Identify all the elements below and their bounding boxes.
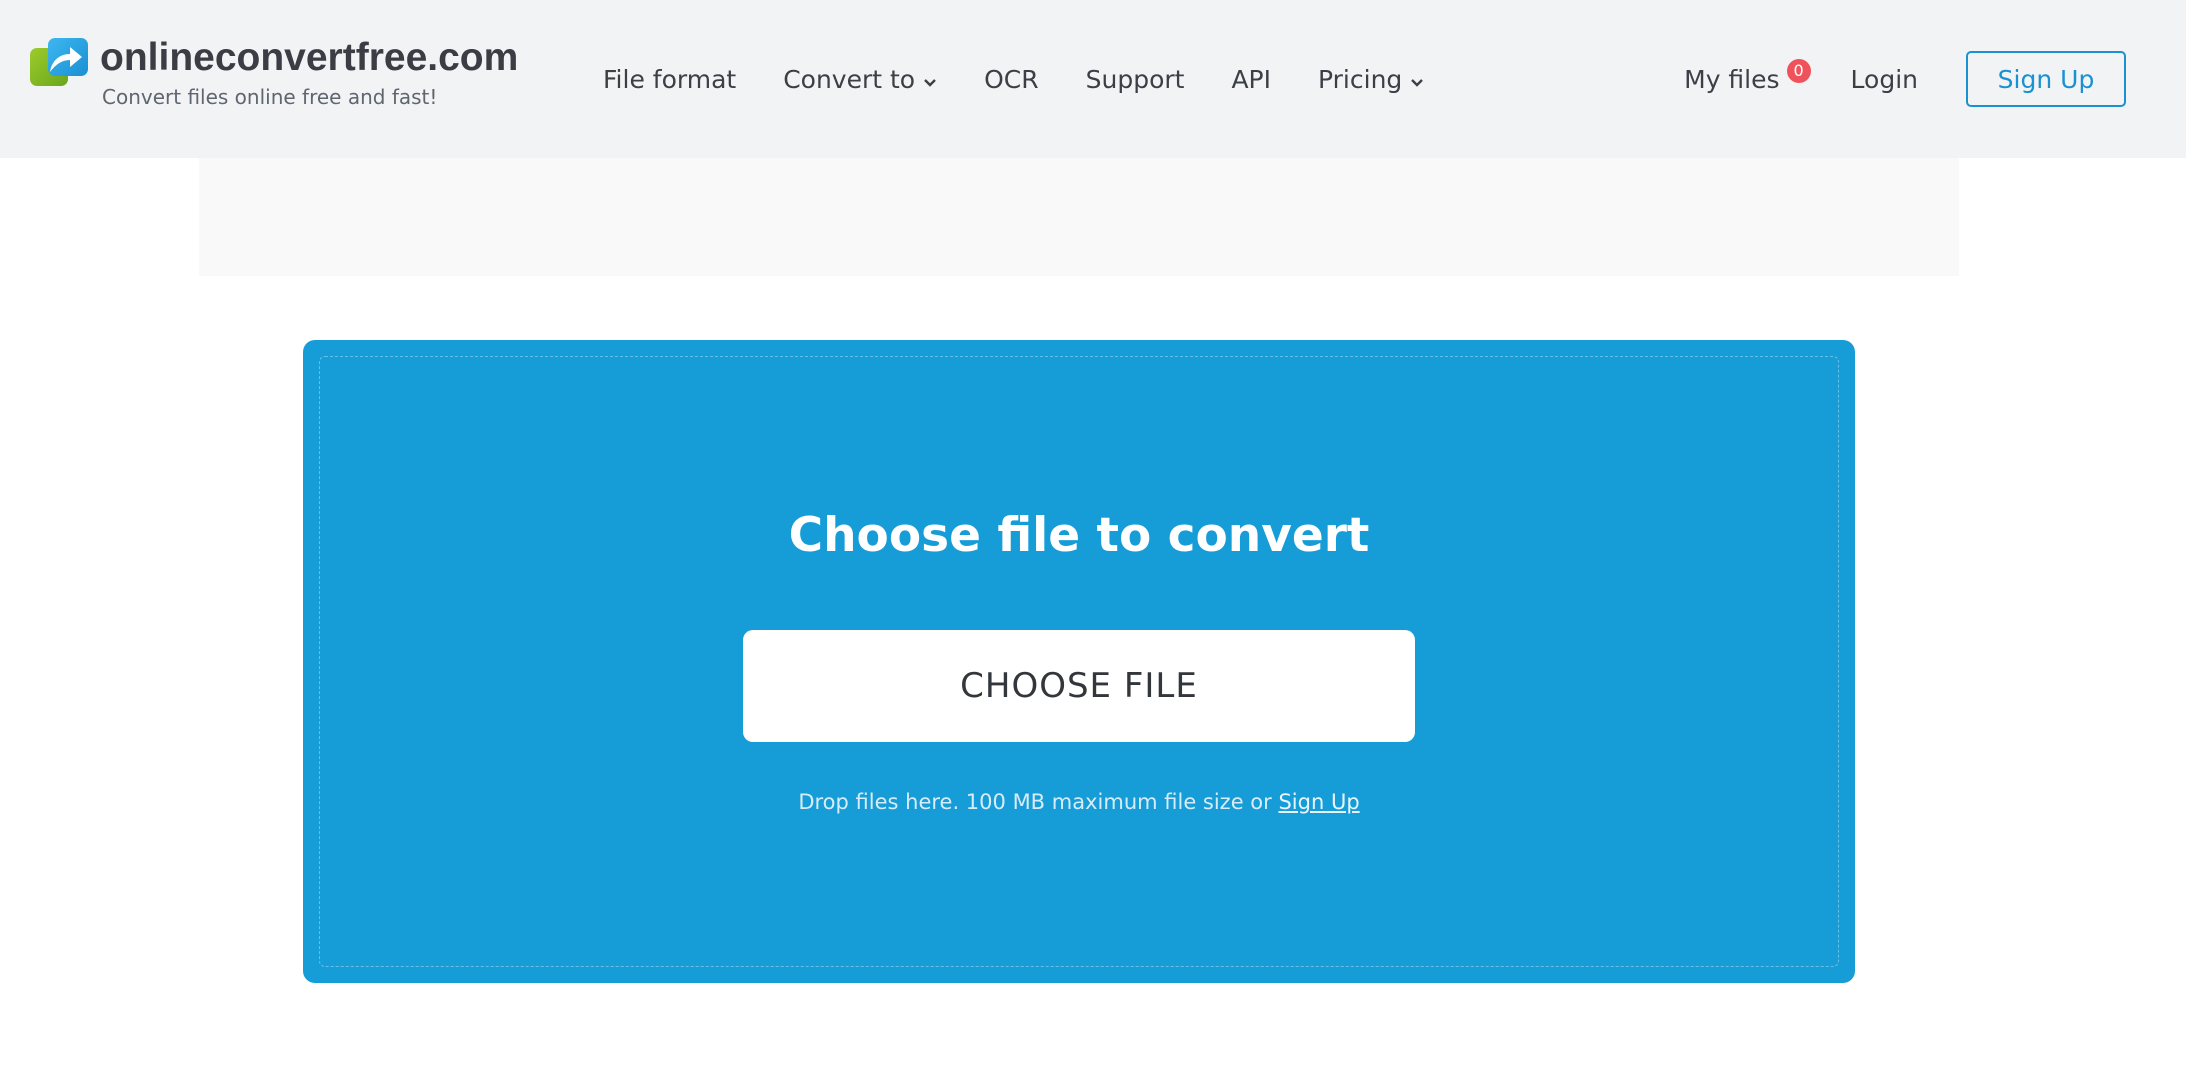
chevron-down-icon <box>1410 65 1424 94</box>
nav-label: File format <box>603 64 737 94</box>
nav-file-format[interactable]: File format <box>603 65 736 94</box>
nav-label: Pricing <box>1318 64 1403 94</box>
upload-panel: Choose file to convert CHOOSE FILE Drop … <box>303 340 1855 983</box>
nav-label: OCR <box>984 64 1039 94</box>
login-link[interactable]: Login <box>1851 65 1918 94</box>
logo-title: onlineconvertfree.com <box>100 36 519 79</box>
logo-subtitle: Convert files online free and fast! <box>102 85 438 109</box>
nav-label: Support <box>1085 64 1185 94</box>
site-header: onlineconvertfree.com Convert files onli… <box>0 0 2186 158</box>
choose-file-button[interactable]: CHOOSE FILE <box>743 630 1415 742</box>
signup-link[interactable]: Sign Up <box>1278 790 1359 814</box>
ad-placeholder <box>199 158 1959 276</box>
logo-arrow-icon <box>30 38 90 86</box>
account-nav: My files 0 Login Sign Up <box>1684 0 2126 158</box>
nav-support[interactable]: Support <box>1086 65 1185 94</box>
my-files-label: My files <box>1684 64 1780 94</box>
nav-label: Convert to <box>783 64 916 94</box>
drop-note-text: Drop files here. 100 MB maximum file siz… <box>798 790 1279 814</box>
nav-pricing[interactable]: Pricing <box>1318 65 1424 94</box>
main-nav: File format Convert to OCR Support API P… <box>603 0 1471 158</box>
drop-note: Drop files here. 100 MB maximum file siz… <box>303 790 1855 814</box>
nav-ocr[interactable]: OCR <box>984 65 1039 94</box>
signup-button[interactable]: Sign Up <box>1966 51 2126 107</box>
nav-convert-to[interactable]: Convert to <box>783 65 937 94</box>
nav-label: API <box>1231 64 1272 94</box>
my-files-link[interactable]: My files 0 <box>1684 58 1811 94</box>
chevron-down-icon <box>923 65 937 94</box>
nav-api[interactable]: API <box>1231 65 1271 94</box>
site-logo[interactable]: onlineconvertfree.com Convert files onli… <box>30 38 518 109</box>
files-count-badge: 0 <box>1786 58 1811 83</box>
upload-title: Choose file to convert <box>788 508 1370 563</box>
